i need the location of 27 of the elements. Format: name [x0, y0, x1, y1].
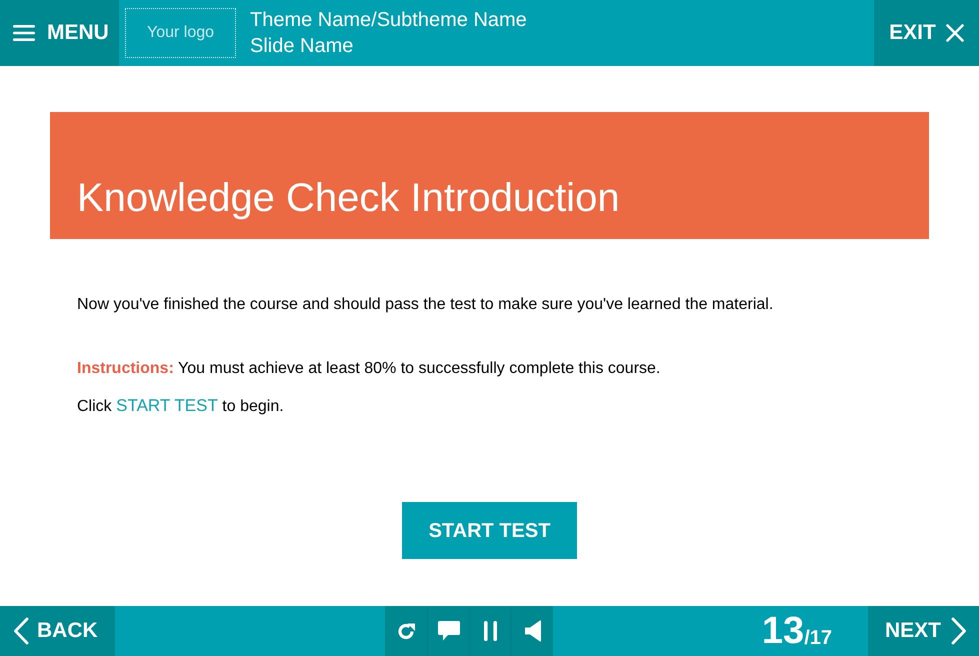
- instructions-text: Instructions: You must achieve at least 80% to successfully complete this course.: [77, 359, 662, 379]
- next-button[interactable]: NEXT: [868, 606, 979, 656]
- logo-text: Your logo: [146, 23, 214, 43]
- speech-bubble-icon: [438, 621, 460, 641]
- start-test-button[interactable]: START TEST: [402, 502, 577, 559]
- current-slide-number: 13: [762, 611, 804, 651]
- back-button[interactable]: BACK: [0, 606, 115, 656]
- speaker-icon: [524, 620, 540, 642]
- pause-button[interactable]: [469, 606, 511, 656]
- pause-icon: [484, 621, 497, 641]
- intro-text: Now you've finished the course and should pass the test to make sure you've learned the material.: [77, 295, 774, 315]
- menu-icon: [13, 25, 35, 41]
- total-slides: /17: [804, 626, 832, 651]
- slide-heading: Knowledge Check Introduction: [77, 175, 620, 221]
- theme-title: Theme Name/Subtheme Name: [250, 8, 527, 33]
- start-test-link[interactable]: START TEST: [116, 396, 218, 415]
- exit-button[interactable]: EXIT: [874, 0, 979, 66]
- click-instruction-text: Click START TEST to begin.: [77, 396, 285, 417]
- chevron-left-icon: [13, 617, 29, 645]
- comments-button[interactable]: [427, 606, 469, 656]
- volume-button[interactable]: [511, 606, 553, 656]
- menu-button[interactable]: MENU: [0, 0, 119, 66]
- replay-icon: [396, 622, 416, 640]
- chevron-right-icon: [951, 617, 967, 645]
- close-icon: [946, 24, 964, 42]
- slide-title: Slide Name: [250, 34, 354, 59]
- replay-button[interactable]: [385, 606, 427, 656]
